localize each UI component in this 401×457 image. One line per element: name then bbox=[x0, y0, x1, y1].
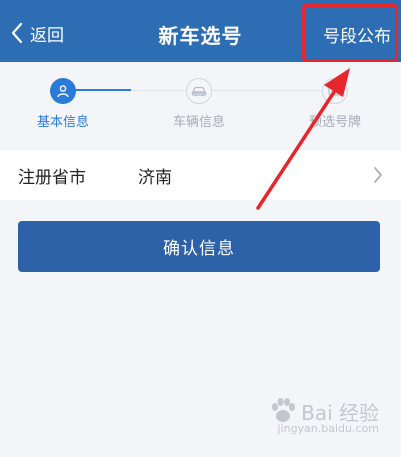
step-label: 基本信息 bbox=[36, 115, 89, 130]
step-label: 预选号牌 bbox=[308, 115, 361, 130]
car-icon bbox=[191, 86, 207, 97]
step-vehicle-info bbox=[186, 78, 212, 104]
step-label: 车辆信息 bbox=[172, 115, 225, 130]
province-city-value: 济南 bbox=[138, 167, 172, 188]
province-city-label: 注册省市 bbox=[18, 167, 86, 188]
step-connector bbox=[131, 90, 186, 91]
step-connector bbox=[212, 90, 322, 91]
step-plate-preselect bbox=[322, 78, 348, 104]
watermark-site: jingyan.baidu.com bbox=[277, 422, 379, 435]
step-basic-info bbox=[50, 78, 76, 104]
province-city-row[interactable]: 注册省市 济南 bbox=[0, 150, 401, 200]
annotation-highlight-box bbox=[302, 4, 398, 62]
plate-icon bbox=[328, 86, 342, 96]
step-progress: 基本信息 车辆信息 预选号牌 bbox=[0, 62, 401, 150]
watermark: Bai 经验 jingyan.baidu.com bbox=[268, 396, 379, 435]
confirm-info-button[interactable]: 确认信息 bbox=[18, 221, 380, 272]
user-icon bbox=[57, 85, 69, 98]
chevron-right-icon bbox=[374, 167, 382, 183]
step-connector-active bbox=[76, 89, 131, 91]
